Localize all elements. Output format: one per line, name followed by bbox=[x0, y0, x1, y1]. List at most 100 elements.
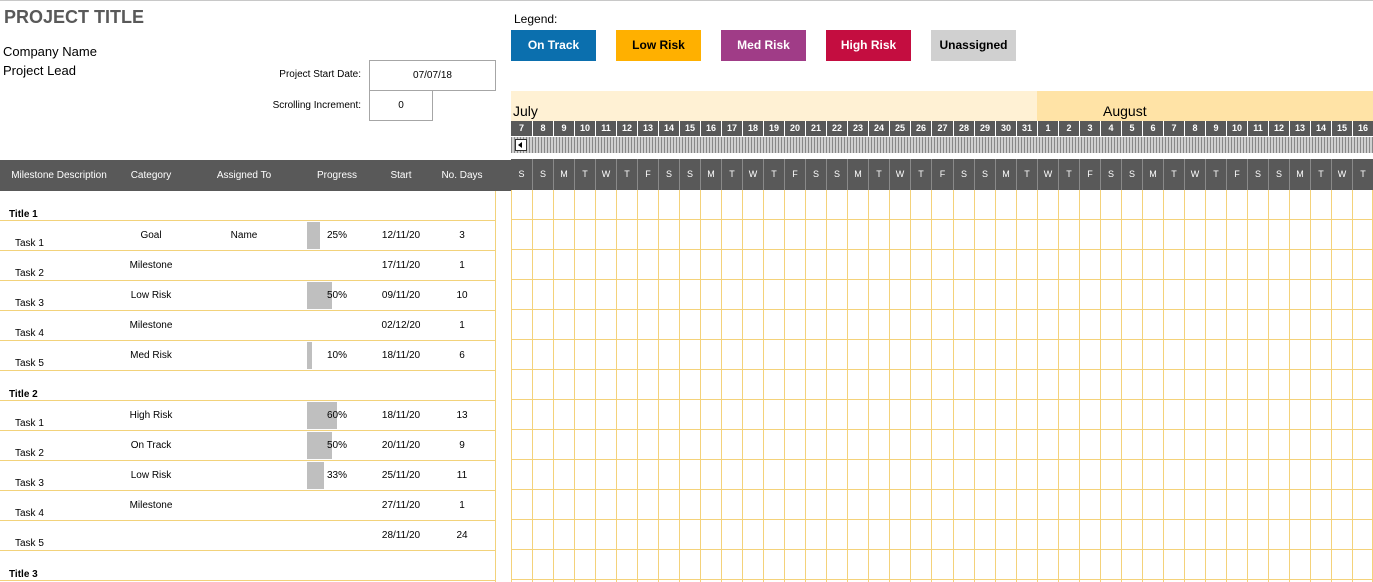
date-cell: 16 bbox=[1352, 121, 1373, 136]
date-cell: 5 bbox=[1121, 121, 1142, 136]
task-name: Task 4 bbox=[15, 328, 44, 339]
date-cell: 12 bbox=[616, 121, 637, 136]
date-cell: 27 bbox=[931, 121, 953, 136]
task-start-date: 27/11/20 bbox=[381, 500, 421, 511]
task-duration-days: 1 bbox=[459, 320, 465, 331]
weekday-cell: F bbox=[784, 159, 805, 190]
weekday-cell: T bbox=[616, 159, 637, 190]
month-label: July bbox=[513, 103, 538, 119]
table-row[interactable]: Task 5 Med Risk 10% 18/11/20 6 bbox=[0, 341, 496, 371]
month-band bbox=[1037, 91, 1373, 121]
project-title[interactable]: PROJECT TITLE bbox=[4, 7, 144, 28]
scrolling-increment-field[interactable]: 0 bbox=[369, 90, 433, 121]
task-start-date: 20/11/20 bbox=[381, 440, 421, 451]
date-cell: 22 bbox=[826, 121, 847, 136]
weekday-cell: T bbox=[763, 159, 784, 190]
task-start-date: 02/12/20 bbox=[381, 320, 421, 331]
task-category: Low Risk bbox=[130, 470, 172, 481]
weekday-cell: W bbox=[1184, 159, 1205, 190]
table-row[interactable]: Task 5 28/11/20 24 bbox=[0, 521, 496, 551]
col-start: Start bbox=[390, 170, 412, 181]
grid-row-line bbox=[511, 309, 1373, 310]
weekday-cell: W bbox=[595, 159, 616, 190]
date-row: 7 8 9 10 11 12 13 14 15 16 17 18 19 20 21 22 23 24 25 26 27 2… bbox=[511, 121, 1373, 136]
weekday-cell: S bbox=[1121, 159, 1142, 190]
grid-row-line bbox=[511, 519, 1373, 520]
table-row[interactable]: Task 4 Milestone 27/11/20 1 bbox=[0, 491, 496, 521]
table-right-border bbox=[495, 191, 496, 582]
date-cell: 9 bbox=[553, 121, 574, 136]
task-category: Milestone bbox=[129, 500, 173, 511]
section-title: Title 2 bbox=[9, 389, 38, 400]
task-start-date: 18/11/20 bbox=[381, 350, 421, 361]
gantt-timeline: July August 7 8 9 10 11 12 13 14 15 16 17 18 19 20 21 22… bbox=[511, 91, 1373, 582]
weekday-cell: W bbox=[1037, 159, 1058, 190]
section-title-row[interactable]: Title 2 bbox=[0, 371, 496, 401]
table-row[interactable]: Task 3 Low Risk 50% 09/11/20 10 bbox=[0, 281, 496, 311]
table-row[interactable]: Task 2 Milestone 17/11/20 1 bbox=[0, 251, 496, 281]
weekday-cell: S bbox=[1268, 159, 1289, 190]
date-cell: 10 bbox=[1226, 121, 1247, 136]
table-row[interactable]: Task 1 High Risk 60% 18/11/20 13 bbox=[0, 401, 496, 431]
table-row[interactable]: Task 4 Milestone 02/12/20 1 bbox=[0, 311, 496, 341]
date-cell: 31 bbox=[1016, 121, 1037, 136]
table-header: Milestone Description Category Assigned … bbox=[0, 160, 511, 191]
col-assigned-to: Assigned To bbox=[216, 170, 272, 181]
weekday-cell: S bbox=[532, 159, 553, 190]
weekday-cell: S bbox=[953, 159, 974, 190]
legend-label: Legend: bbox=[514, 12, 558, 26]
weekday-cell: M bbox=[1142, 159, 1163, 190]
date-cell: 7 bbox=[1163, 121, 1184, 136]
date-cell: 16 bbox=[700, 121, 721, 136]
date-cell: 25 bbox=[889, 121, 910, 136]
section-title-row[interactable]: Title 3 bbox=[0, 551, 496, 581]
section-title: Title 3 bbox=[9, 569, 38, 580]
section-title-row[interactable]: Title 1 bbox=[0, 191, 496, 221]
grid-row-line bbox=[511, 429, 1373, 430]
task-duration-days: 3 bbox=[459, 230, 465, 241]
legend-high-risk: High Risk bbox=[826, 30, 911, 61]
date-cell: 2 bbox=[1058, 121, 1079, 136]
date-cell: 8 bbox=[1184, 121, 1205, 136]
task-name: Task 1 bbox=[15, 238, 44, 249]
col-category: Category bbox=[130, 170, 172, 181]
month-band bbox=[511, 91, 1037, 121]
table-row[interactable]: Task 1 Goal Name 25% 12/11/20 3 bbox=[0, 221, 496, 251]
scrolling-increment-label: Scrolling Increment: bbox=[272, 100, 361, 111]
task-category: Med Risk bbox=[130, 350, 172, 361]
task-name: Task 4 bbox=[15, 508, 44, 519]
task-name: Task 2 bbox=[15, 448, 44, 459]
timeline-scrollbar[interactable] bbox=[511, 137, 1373, 153]
date-cell: 13 bbox=[637, 121, 658, 136]
task-name: Task 1 bbox=[15, 418, 44, 429]
task-duration-days: 13 bbox=[456, 410, 468, 421]
weekday-cell: T bbox=[1205, 159, 1226, 190]
date-cell: 1 bbox=[1037, 121, 1058, 136]
start-date-field[interactable]: 07/07/18 bbox=[369, 60, 496, 91]
weekday-row: SSMTWTFSSMTWTFSSMTWTFSSMTWTFSSMTWTFSSMTW… bbox=[511, 159, 1373, 190]
task-category: Milestone bbox=[129, 260, 173, 271]
date-cell: 4 bbox=[1100, 121, 1121, 136]
task-duration-days: 11 bbox=[456, 470, 468, 481]
date-cell: 19 bbox=[763, 121, 784, 136]
grid-row-line bbox=[511, 369, 1373, 370]
progress-value: 25% bbox=[326, 230, 347, 241]
legend-low-risk: Low Risk bbox=[616, 30, 701, 61]
task-category: Milestone bbox=[129, 320, 173, 331]
project-lead[interactable]: Project Lead bbox=[3, 63, 76, 78]
task-start-date: 09/11/20 bbox=[381, 290, 421, 301]
date-cell: 14 bbox=[1310, 121, 1331, 136]
date-cell: 14 bbox=[658, 121, 679, 136]
table-row[interactable]: Task 2 On Track 50% 20/11/20 9 bbox=[0, 431, 496, 461]
date-cell: 11 bbox=[1247, 121, 1268, 136]
date-cell: 7 bbox=[518, 123, 524, 133]
company-name[interactable]: Company Name bbox=[3, 44, 97, 59]
grid-row-line bbox=[511, 219, 1373, 220]
table-row[interactable]: Task 3 Low Risk 33% 25/11/20 11 bbox=[0, 461, 496, 491]
weekday-cell: W bbox=[889, 159, 910, 190]
progress-value: 50% bbox=[326, 440, 347, 451]
weekday-cell: T bbox=[1058, 159, 1079, 190]
scroll-left-arrow-icon[interactable] bbox=[515, 139, 527, 151]
top-divider bbox=[0, 0, 1373, 1]
weekday-cell: T bbox=[721, 159, 742, 190]
